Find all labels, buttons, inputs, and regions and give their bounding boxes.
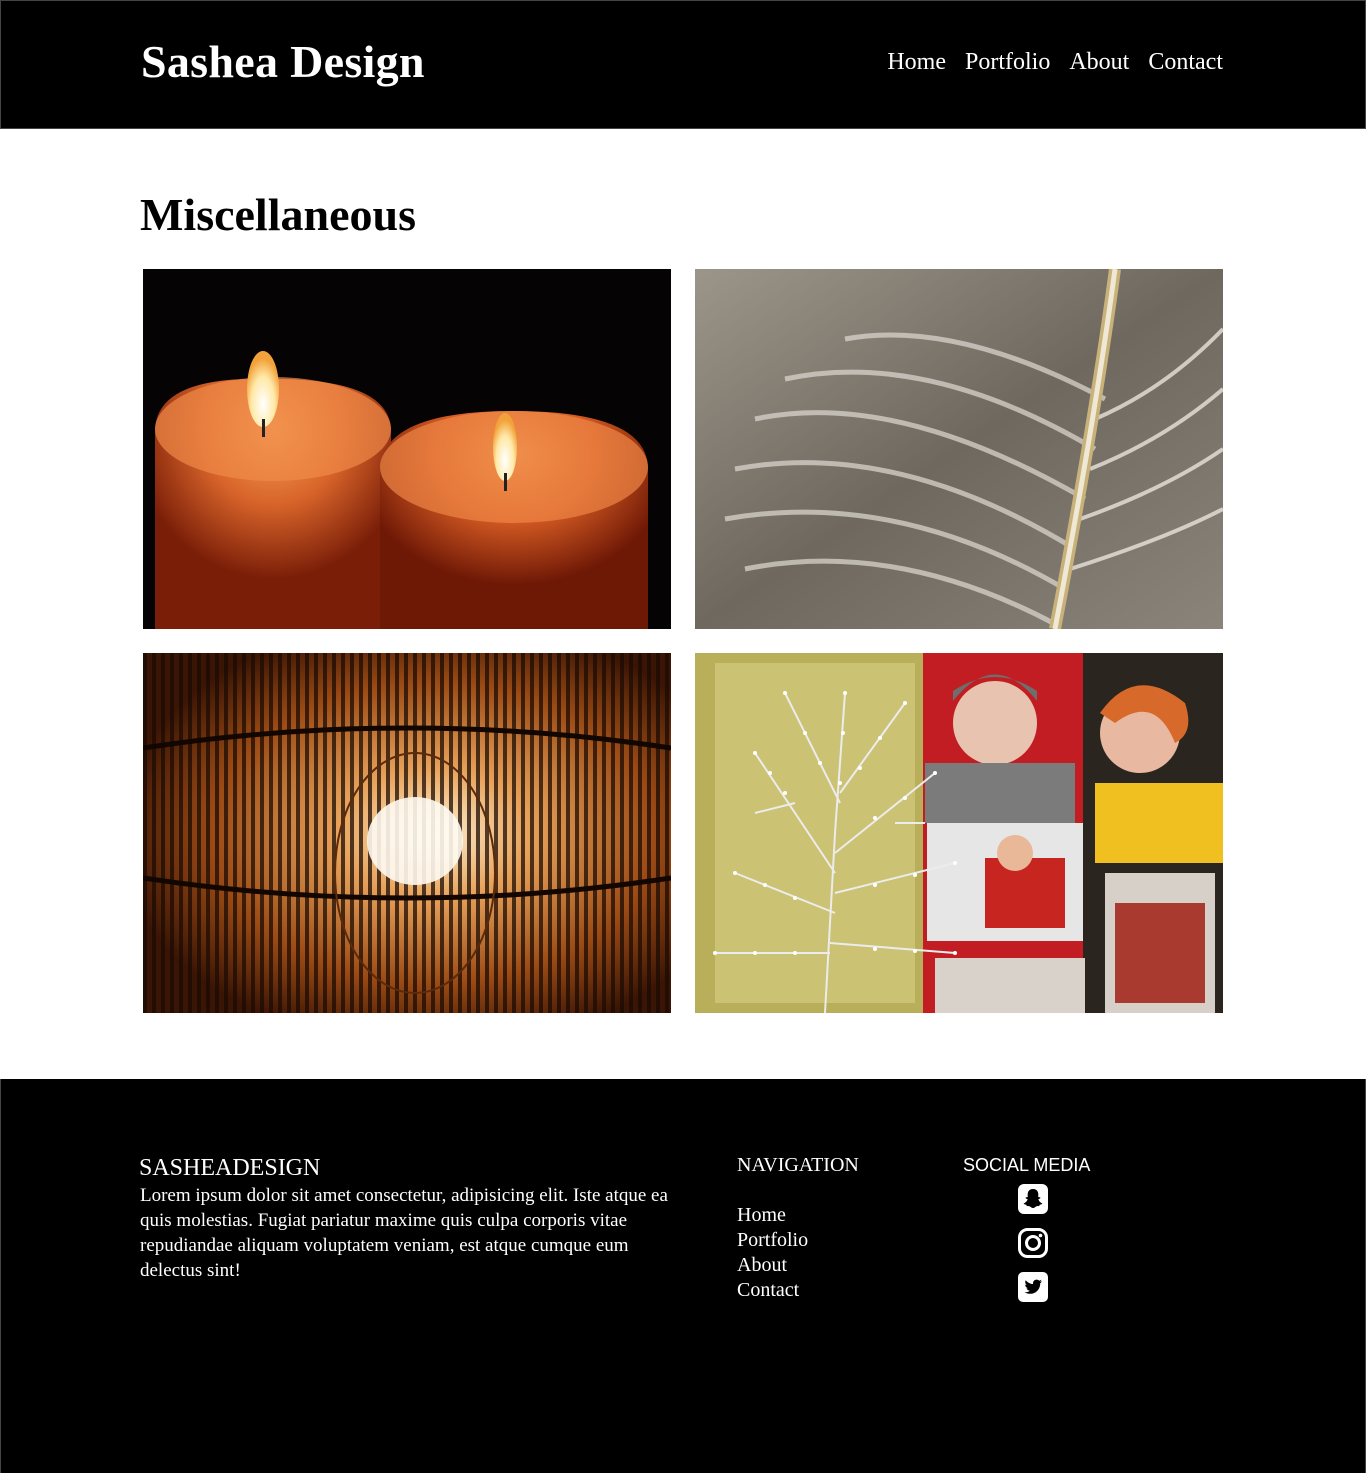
nav-about-link[interactable]: About bbox=[1069, 49, 1129, 75]
footer-nav-portfolio-link[interactable]: Portfolio bbox=[737, 1228, 808, 1253]
silver-leaf-photo[interactable] bbox=[695, 269, 1223, 629]
nav-home-link[interactable]: Home bbox=[887, 49, 946, 75]
instagram-icon[interactable] bbox=[1017, 1227, 1049, 1259]
footer-brand: SASHEADESIGN bbox=[139, 1155, 321, 1181]
page-title: Miscellaneous bbox=[140, 189, 416, 240]
footer-description: Lorem ipsum dolor sit amet consectetur, … bbox=[140, 1185, 668, 1281]
site-logo[interactable]: Sashea Design bbox=[141, 36, 425, 88]
nav-portfolio-link[interactable]: Portfolio bbox=[965, 49, 1050, 75]
bamboo-lamp-photo[interactable] bbox=[143, 653, 671, 1013]
site-header: Sashea Design Home Portfolio About Conta… bbox=[0, 0, 1366, 129]
nav-contact-link[interactable]: Contact bbox=[1148, 49, 1223, 75]
candles-photo[interactable] bbox=[143, 269, 671, 629]
snapchat-icon[interactable] bbox=[1017, 1183, 1049, 1215]
light-tree-posters-photo[interactable] bbox=[695, 653, 1223, 1013]
footer-nav-about-link[interactable]: About bbox=[737, 1253, 808, 1278]
footer-nav-title: NAVIGATION bbox=[737, 1154, 859, 1176]
footer-social-title: SOCIAL MEDIA bbox=[963, 1155, 1091, 1175]
main-nav: Home Portfolio About Contact bbox=[887, 49, 1223, 75]
footer-nav-contact-link[interactable]: Contact bbox=[737, 1278, 808, 1303]
site-footer: SASHEADESIGN Lorem ipsum dolor sit amet … bbox=[0, 1079, 1366, 1473]
footer-nav: Home Portfolio About Contact bbox=[737, 1203, 808, 1303]
twitter-icon[interactable] bbox=[1017, 1271, 1049, 1303]
footer-nav-home-link[interactable]: Home bbox=[737, 1203, 808, 1228]
